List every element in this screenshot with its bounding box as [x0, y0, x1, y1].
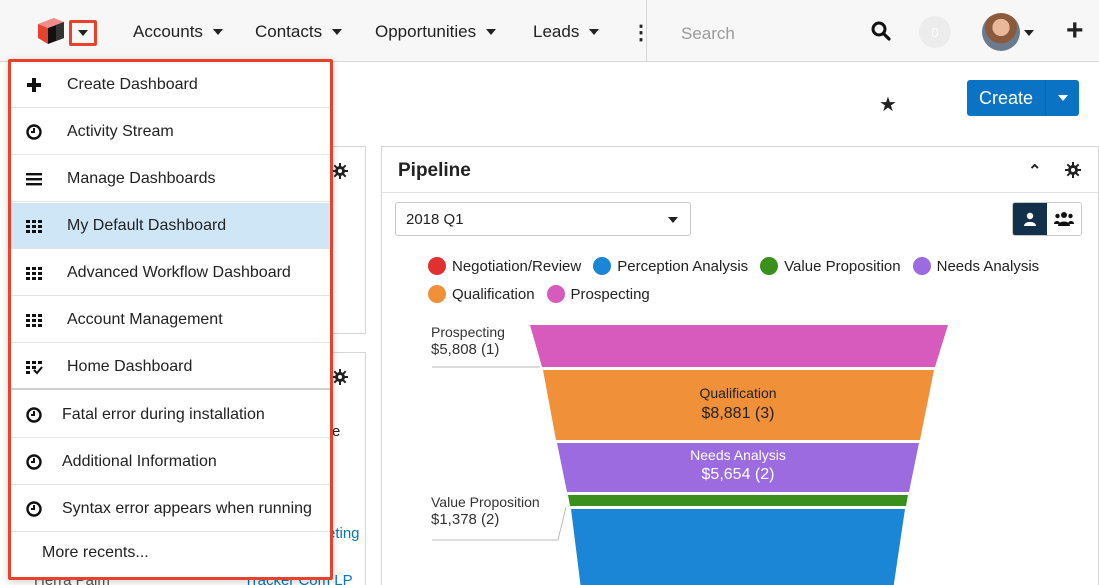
stage-name: Prospecting — [431, 324, 505, 340]
nav-tab-contacts[interactable]: Contacts — [255, 22, 343, 42]
more-recents-link[interactable]: More recents... — [42, 544, 149, 562]
grid-icon — [26, 314, 42, 327]
menu-item-label: Syntax error appears when running — [62, 500, 312, 517]
menu-item-create-dashboard[interactable]: Create Dashboard — [11, 62, 330, 108]
nav-tab-accounts[interactable]: Accounts — [133, 22, 223, 42]
menu-item-recent-additional-information[interactable]: Additional Information — [11, 439, 330, 485]
caret-down-icon[interactable] — [486, 29, 497, 35]
menu-item-manage-dashboards[interactable]: Manage Dashboards — [11, 156, 330, 202]
menu-item-label: Additional Information — [62, 453, 217, 470]
grid-icon — [26, 220, 42, 233]
caret-down-icon — [78, 30, 88, 36]
clock-icon — [26, 501, 42, 517]
favorite-star-icon[interactable]: ★ — [879, 92, 897, 117]
notifications-badge[interactable]: 0 — [919, 16, 951, 48]
funnel-label-needs-value: $5,654 (2) — [702, 466, 775, 483]
clock-icon — [26, 454, 42, 470]
dashboard-menu-toggle[interactable] — [69, 20, 97, 46]
menu-item-label: Manage Dashboards — [67, 170, 216, 187]
menu-item-recent-syntax-error[interactable]: Syntax error appears when running — [11, 486, 330, 532]
nav-tab-label: Accounts — [133, 22, 203, 41]
funnel-label-qualification-name: Qualification — [699, 385, 776, 401]
dashboard-menu: Create Dashboard Activity Stream Manage … — [8, 59, 333, 580]
caret-down-icon — [1057, 95, 1068, 101]
funnel-label-qualification-value: $8,881 (3) — [702, 405, 775, 422]
funnel-segment-perception-analysis[interactable] — [571, 509, 905, 585]
create-dashboard-button[interactable]: Create — [967, 80, 1079, 116]
global-search[interactable]: Search — [646, 0, 902, 62]
funnel-segment-value-proposition[interactable] — [568, 495, 908, 506]
caret-down-icon[interactable] — [332, 29, 343, 35]
stage-value: $5,808 (1) — [431, 341, 500, 358]
nav-tab-label: Leads — [533, 22, 580, 41]
search-icon[interactable] — [871, 21, 891, 41]
clock-icon — [26, 407, 42, 423]
menu-item-label: Create Dashboard — [67, 76, 198, 93]
user-avatar[interactable] — [982, 13, 1020, 51]
menu-item-label: Advanced Workflow Dashboard — [67, 264, 291, 281]
stage-value: $1,378 (2) — [431, 511, 500, 528]
menu-item-label: Account Management — [67, 311, 223, 328]
menu-item-advanced-workflow-dashboard[interactable]: Advanced Workflow Dashboard — [11, 250, 330, 296]
menu-item-label: Activity Stream — [67, 123, 174, 140]
nav-tab-leads[interactable]: Leads — [533, 22, 600, 42]
plus-icon — [27, 78, 41, 92]
funnel-segment-prospecting[interactable] — [530, 325, 948, 367]
menu-item-label: Fatal error during installation — [62, 406, 265, 423]
nav-tab-opportunities[interactable]: Opportunities — [375, 22, 497, 42]
gear-icon[interactable] — [332, 163, 348, 179]
peek-text: e — [332, 423, 341, 440]
menu-item-label: Home Dashboard — [67, 358, 193, 375]
menu-item-recent-fatal-error[interactable]: Fatal error during installation — [11, 392, 330, 438]
funnel-side-label-prospecting: Prospecting $5,808 (1) — [431, 324, 505, 358]
funnel-label-needs-name: Needs Analysis — [690, 447, 786, 463]
quick-create-plus-icon[interactable]: + — [1066, 16, 1084, 46]
search-placeholder: Search — [681, 24, 735, 43]
create-dropdown-toggle[interactable] — [1046, 80, 1079, 116]
create-button-label[interactable]: Create — [967, 80, 1046, 116]
menu-item-account-management[interactable]: Account Management — [11, 297, 330, 343]
grid-check-icon — [26, 361, 43, 375]
menu-item-label: My Default Dashboard — [67, 217, 227, 234]
caret-down-icon[interactable] — [212, 29, 223, 35]
pipeline-dashlet: Pipeline ⌃ 2018 Q1 Negotiation/Review Pe… — [381, 146, 1099, 585]
nav-tab-label: Opportunities — [375, 22, 477, 41]
menu-item-my-default-dashboard[interactable]: My Default Dashboard — [11, 203, 330, 249]
hamburger-icon — [26, 173, 42, 186]
funnel-side-label-value-proposition: Value Proposition $1,378 (2) — [431, 494, 540, 528]
caret-down-icon[interactable] — [1024, 30, 1034, 36]
caret-down-icon[interactable] — [589, 29, 600, 35]
nav-tab-label: Contacts — [255, 22, 323, 41]
sugar-cube-logo-icon[interactable] — [34, 16, 68, 46]
menu-item-activity-stream[interactable]: Activity Stream — [11, 109, 330, 155]
clock-icon — [26, 124, 42, 140]
gear-icon[interactable] — [332, 369, 348, 385]
top-nav: Accounts Contacts Opportunities Leads ⋮ … — [0, 0, 1099, 62]
menu-item-home-dashboard[interactable]: Home Dashboard — [11, 344, 330, 390]
stage-name: Value Proposition — [431, 494, 540, 510]
grid-icon — [26, 267, 42, 280]
